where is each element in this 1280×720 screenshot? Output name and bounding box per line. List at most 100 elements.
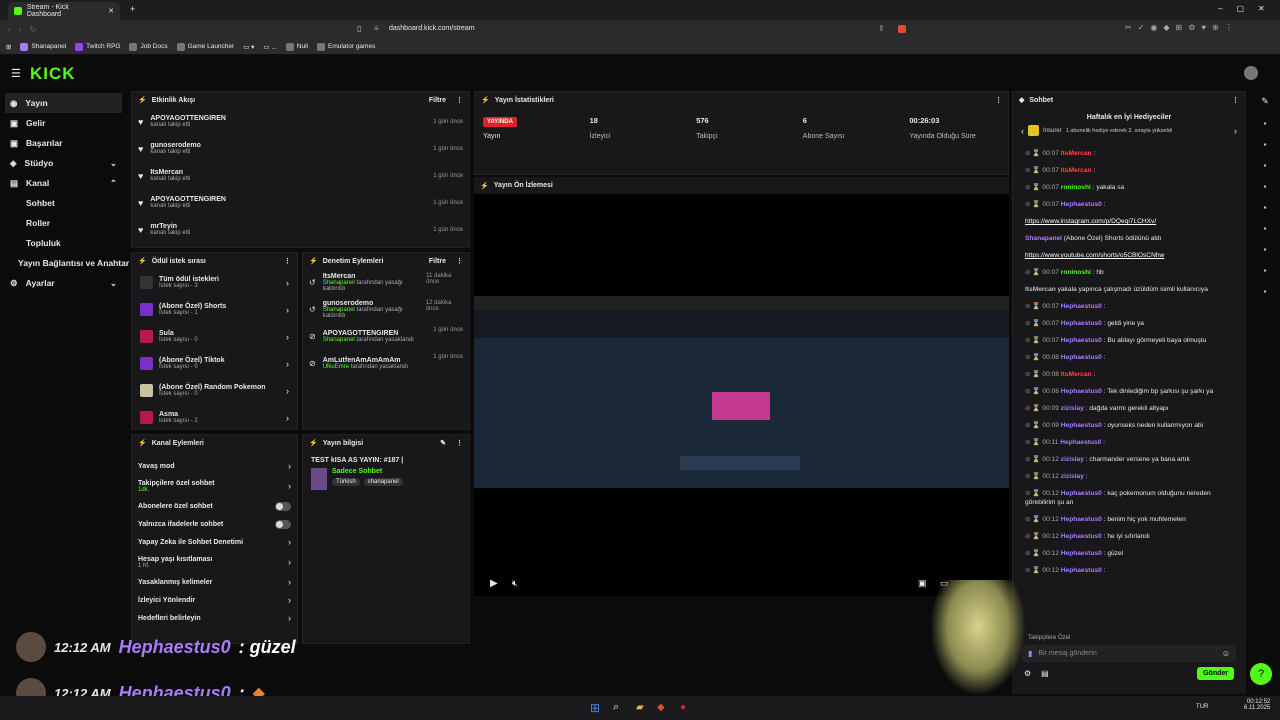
site-info-icon[interactable]: ≡ — [374, 24, 379, 33]
reward-item[interactable]: (Abone Özel) Shorts İstek sayısı - 1 › — [132, 296, 297, 323]
chat-message[interactable]: ⊘ ⌛ 00:07 roninoshi : hb — [1013, 269, 1245, 278]
channel-action-item[interactable]: Hesap yaşı kısıtlaması 1 hf. › — [132, 551, 297, 573]
chat-message[interactable]: Shanapanel (Abone Özel) Shorts ödülünü a… — [1013, 235, 1245, 244]
send-button[interactable]: Gönder — [1197, 667, 1234, 680]
chat-username[interactable]: ItsMercan — [1025, 286, 1056, 293]
sidebar-item-roller[interactable]: Roller — [0, 213, 127, 233]
chat-mod-icons[interactable]: ⊘ ⌛ — [1025, 201, 1042, 208]
file-explorer-icon[interactable]: ▰ — [636, 702, 644, 713]
info-icon[interactable]: ▪ — [1258, 119, 1272, 128]
chat-mod-icons[interactable]: ⊘ ⌛ — [1025, 490, 1042, 497]
chat-username[interactable]: Hephaestus0 — [1061, 490, 1102, 497]
bookmark-item[interactable]: Game Launcher — [176, 42, 234, 51]
language-indicator[interactable]: TUR — [1196, 704, 1208, 710]
moderation-item[interactable]: ⊘ APOYAGOTTENGIREN Shanapanel tarafından y… — [303, 323, 469, 350]
activity-item[interactable]: ♥ APOYAGOTTENGIREN kanalı takip etti 1 gün … — [132, 108, 469, 135]
bookmark-item[interactable]: Job Docs — [129, 42, 168, 51]
brave-icon[interactable]: ◆ — [657, 702, 665, 713]
chat-message[interactable]: ⊘ ⌛ 00:12 Hephaestus0 : — [1013, 567, 1245, 576]
chat-username[interactable]: Hephaestus0 — [1061, 354, 1102, 361]
reward-item[interactable]: Tüm ödül istekleri İstek sayısı - 3 › — [132, 269, 297, 296]
chat-icon[interactable]: ▪ — [1258, 203, 1272, 212]
mute-icon[interactable]: 🔇︎ — [512, 578, 518, 589]
chevron-right-icon[interactable]: › — [1234, 126, 1237, 136]
chat-message[interactable]: ⊘ ⌛ 00:12 Hephaestus0 : he iyi sıfırland… — [1013, 533, 1245, 542]
channel-action-item[interactable]: Takipçilere özel sohbet 1dk. › — [132, 475, 297, 497]
toggle-switch[interactable] — [275, 501, 291, 511]
chat-username[interactable]: ItsMercan — [1061, 150, 1092, 157]
sidebar-item-gelir[interactable]: ▣ Gelir — [0, 113, 127, 133]
sidebar-item-topluluk[interactable]: Topluluk — [0, 233, 127, 253]
chat-username[interactable]: ItsMercan — [1061, 371, 1092, 378]
chat-username[interactable]: roninoshi — [1061, 184, 1091, 191]
channel-action-item[interactable]: Yapay Zeka ile Sohbet Denetimi › — [132, 533, 297, 551]
avatar[interactable] — [1244, 66, 1258, 80]
chat-message[interactable]: ⊘ ⌛ 00:09 Hephaestus0 : oyunseks neden k… — [1013, 422, 1245, 431]
chat-link[interactable]: https://www.instagram.com/p/DQeqi7LCHXv/ — [1025, 218, 1156, 225]
sidebar-item-yayin[interactable]: ◉ Yayın — [5, 93, 122, 113]
chat-username[interactable]: Hephaestus0 — [1061, 567, 1102, 574]
sidebar-item-stream-key[interactable]: Yayın Bağlantısı ve Anahtar — [0, 253, 129, 273]
chat-mod-icons[interactable]: ⊘ ⌛ — [1025, 550, 1042, 557]
url-text[interactable]: dashboard.kick.com/stream — [389, 25, 475, 32]
chevron-left-icon[interactable]: ‹ — [1021, 126, 1024, 136]
chat-mod-icons[interactable]: ⊘ ⌛ — [1025, 533, 1042, 540]
nav-arrows-icon[interactable]: ‹›↻ — [8, 25, 44, 34]
chat-message[interactable]: ⊘ ⌛ 00:11 Hephaestus0 : — [1013, 439, 1245, 448]
stream-preview-player[interactable]: ▶ 🔇︎ ▣ ▭ — [474, 194, 1009, 596]
more-icon[interactable]: ⋮ — [284, 257, 291, 265]
chat-mod-icons[interactable]: ⊘ ⌛ — [1025, 473, 1042, 480]
chat-message[interactable]: ⊘ ⌛ 00:07 Hephaestus0 : — [1013, 303, 1245, 312]
edit-icon[interactable]: ✎ — [440, 439, 446, 447]
category-name[interactable]: Sadece Sohbet — [332, 468, 403, 475]
bookmark-item[interactable]: Emulator games — [317, 42, 375, 51]
more-icon[interactable]: ⋮ — [995, 96, 1002, 104]
new-tab-icon[interactable]: + — [130, 4, 135, 14]
more-icon[interactable]: ⋮ — [456, 439, 463, 447]
chat-mod-icons[interactable]: ⊘ ⌛ — [1025, 456, 1042, 463]
search-icon[interactable]: ⌕ — [613, 701, 619, 714]
chat-username[interactable]: ItsMercan — [1061, 167, 1092, 174]
lightning-icon[interactable]: ▪ — [1258, 161, 1272, 170]
chat-username[interactable]: Shanapanel — [1025, 235, 1062, 242]
link-icon[interactable]: ▪ — [1258, 224, 1272, 233]
sidebar-item-sohbet[interactable]: Sohbet — [0, 193, 127, 213]
chat-username[interactable]: Hephaestus0 — [1061, 201, 1102, 208]
activity-item[interactable]: ♥ ItsMercan kanalı takip etti 1 gün önce — [132, 162, 469, 189]
window-controls-icon[interactable]: –▢✕ — [1218, 4, 1279, 13]
chat-username[interactable]: zizislay — [1061, 473, 1084, 480]
bookmark-item[interactable]: Shanapanel — [20, 42, 66, 51]
record-icon[interactable]: ● — [680, 702, 686, 713]
chat-message[interactable]: ⊘ ⌛ 00:07 Hephaestus0 : geldi yine ya — [1013, 320, 1245, 329]
bookmark-item[interactable]: Null — [285, 42, 308, 51]
close-tab-icon[interactable]: ✕ — [108, 7, 114, 15]
layout-icon[interactable]: ▪ — [1258, 245, 1272, 254]
activity-item[interactable]: ♥ mrTeyin kanalı takip etti 1 gün önce — [132, 216, 469, 243]
channel-action-item[interactable]: İzleyici Yönlendir › — [132, 591, 297, 609]
chat-message[interactable]: ⊘ ⌛ 00:08 Hephaestus0 : — [1013, 354, 1245, 363]
chat-message[interactable]: https://www.youtube.com/shorts/o5CBlOsCN… — [1013, 252, 1245, 261]
chat-mod-icons[interactable]: ⊘ ⌛ — [1025, 320, 1042, 327]
chat-message[interactable]: ⊘ ⌛ 00:09 zizislay : dağda varmı gerekli… — [1013, 405, 1245, 414]
chat-mod-icons[interactable]: ⊘ ⌛ — [1025, 303, 1042, 310]
chat-input[interactable]: ▮ Bir mesaj gönderin ☺ — [1022, 645, 1236, 662]
moderation-item[interactable]: ↺ gunoserodemo Shanapanel tarafından yasağ… — [303, 296, 469, 323]
broadcast-icon[interactable]: ▪ — [1258, 140, 1272, 149]
bookmark-item[interactable]: Twitch RPG — [75, 42, 120, 51]
chat-mod-icons[interactable]: ⊘ ⌛ — [1025, 337, 1042, 344]
tag[interactable]: Türkish — [332, 478, 360, 486]
chat-message[interactable]: ItsMercan yakala yapınca çalışmadı üzüld… — [1013, 286, 1245, 295]
channel-action-item[interactable]: Yavaş mod › — [132, 457, 297, 475]
wrench-icon[interactable]: ▪ — [1258, 266, 1272, 275]
chat-username[interactable]: zizislay — [1061, 405, 1084, 412]
chat-message[interactable]: ⊘ ⌛ 00:12 Hephaestus0 : benim hiç yok mu… — [1013, 516, 1245, 525]
moderation-item[interactable]: ↺ ItsMercan Shanapanel tarafından yasağı k… — [303, 269, 469, 296]
chat-message[interactable]: ⊘ ⌛ 00:12 zizislay : charmander versene … — [1013, 456, 1245, 465]
activity-item[interactable]: ♥ APOYAGOTTENGIREN kanalı takip etti 1 gün … — [132, 189, 469, 216]
chat-username[interactable]: roninoshi — [1061, 269, 1091, 276]
chat-username[interactable]: Hephaestus0 — [1061, 303, 1102, 310]
channel-action-item[interactable]: Yalnızca ifadelerle sohbet — [132, 515, 297, 533]
chat-message[interactable]: ⊘ ⌛ 00:08 Hephaestus0 : Tek dinlediğim b… — [1013, 388, 1245, 397]
chat-message[interactable]: ⊘ ⌛ 00:12 zizislay : — [1013, 473, 1245, 482]
chat-message[interactable]: ⊘ ⌛ 00:07 Hephaestus0 : — [1013, 201, 1245, 210]
